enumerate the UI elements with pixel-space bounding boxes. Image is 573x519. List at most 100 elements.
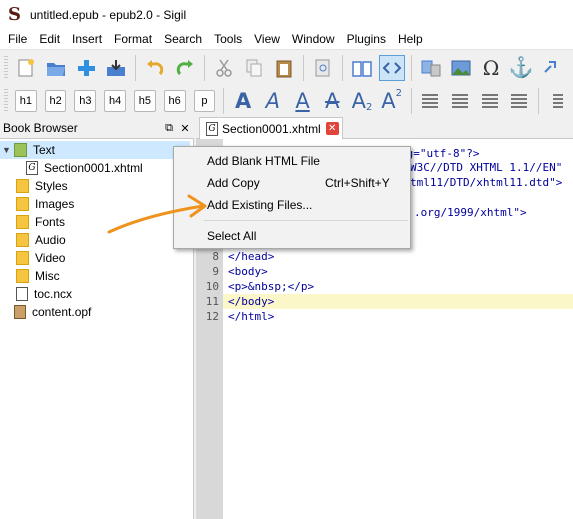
align-center-icon[interactable]: [447, 88, 473, 114]
heading-h5-button[interactable]: h5: [134, 90, 156, 112]
preview-icon[interactable]: [310, 55, 336, 81]
toolbar-separator: [223, 88, 225, 114]
tree-item-images[interactable]: Images: [16, 195, 74, 213]
strikethrough-button[interactable]: A: [319, 88, 345, 114]
close-panel-icon[interactable]: ✕: [178, 122, 192, 135]
subscript-button[interactable]: A2: [349, 88, 375, 114]
tree-item-audio[interactable]: Audio: [16, 231, 66, 249]
tab-section0001[interactable]: G Section0001.xhtml ✕: [199, 117, 343, 139]
heading-h2-button[interactable]: h2: [44, 90, 67, 112]
code-line: <p>&nbsp;</p>: [228, 280, 315, 293]
menu-edit[interactable]: Edit: [33, 30, 66, 49]
menu-file[interactable]: File: [2, 30, 33, 49]
bullet-list-icon[interactable]: [545, 88, 571, 114]
tree-item-label: Audio: [35, 233, 66, 247]
new-file-icon[interactable]: [13, 55, 39, 81]
split-icon[interactable]: [418, 55, 444, 81]
tree-item-video[interactable]: Video: [16, 249, 65, 267]
tree-item-misc[interactable]: Misc: [16, 267, 60, 285]
book-browser-title: Book Browser: [3, 121, 78, 135]
line-number: 10: [205, 280, 219, 293]
align-justify-icon[interactable]: [507, 88, 533, 114]
italic-button[interactable]: A: [260, 88, 286, 114]
code-line: <body>: [228, 265, 268, 278]
tree-item-label: Video: [35, 251, 66, 265]
folder-icon: [16, 197, 29, 211]
paragraph-button[interactable]: p: [193, 90, 216, 112]
superscript-button[interactable]: A2: [379, 88, 405, 114]
current-line-highlight: [223, 294, 573, 309]
toolbar-grip[interactable]: [4, 89, 8, 113]
code-line-partial: ng="utf-8"?>: [400, 147, 480, 160]
folder-icon: [16, 179, 29, 193]
tree-item-label: Fonts: [35, 215, 66, 229]
book-browser-header: Book Browser ⧉ ✕: [0, 119, 194, 137]
insert-link-anchor-icon[interactable]: ⚓: [508, 55, 534, 81]
book-view-icon[interactable]: [349, 55, 375, 81]
folder-icon: [16, 251, 29, 265]
align-right-icon[interactable]: [477, 88, 503, 114]
orange-arrow-annotation: [107, 194, 207, 234]
tree-item-label: Text: [33, 143, 56, 157]
line-number: 9: [212, 265, 219, 278]
float-panel-icon[interactable]: ⧉: [162, 122, 176, 135]
code-line-partial: W3C//DTD XHTML 1.1//EN": [410, 161, 563, 174]
menu-add-existing-files[interactable]: Add Existing Files...: [207, 196, 312, 214]
folder-icon: [16, 233, 29, 247]
heading-h6-button[interactable]: h6: [163, 90, 186, 112]
tree-item-label: Images: [35, 197, 75, 211]
insert-special-char-icon[interactable]: Ω: [478, 55, 504, 81]
superscript-letter: A: [381, 89, 396, 113]
xhtml-file-icon: G: [206, 121, 218, 136]
superscript-digit: 2: [395, 87, 403, 99]
menu-add-blank-html-file[interactable]: Add Blank HTML File: [207, 152, 320, 170]
heading-h3-button[interactable]: h3: [74, 90, 97, 112]
tree-item-text[interactable]: ▼ Text: [0, 141, 190, 159]
menu-view[interactable]: View: [248, 30, 286, 49]
menu-plugins[interactable]: Plugins: [341, 30, 392, 49]
add-copy-shortcut: Ctrl+Shift+Y: [325, 176, 390, 190]
paste-icon[interactable]: [271, 55, 297, 81]
sigil-logo-icon: S: [8, 4, 21, 25]
toolbar-grip[interactable]: [4, 55, 8, 80]
menu-format[interactable]: Format: [108, 30, 158, 49]
insert-link-icon[interactable]: [538, 55, 564, 81]
tree-item-styles[interactable]: Styles: [16, 177, 68, 195]
tree-item-label: Section0001.xhtml: [44, 161, 143, 175]
menu-separator: [204, 220, 408, 221]
copy-icon[interactable]: [241, 55, 267, 81]
menu-help[interactable]: Help: [392, 30, 429, 49]
add-plus-icon[interactable]: [73, 55, 99, 81]
tree-item-fonts[interactable]: Fonts: [16, 213, 65, 231]
subscript-digit: 2: [365, 101, 373, 113]
menu-insert[interactable]: Insert: [66, 30, 108, 49]
heading-h1-button[interactable]: h1: [14, 90, 37, 112]
subscript-letter: A: [351, 89, 366, 113]
xhtml-file-icon: G: [26, 161, 38, 175]
code-line-partial: .org/1999/xhtml">: [414, 206, 527, 219]
redo-icon[interactable]: [172, 55, 198, 81]
bold-button[interactable]: A: [230, 88, 256, 114]
menu-search[interactable]: Search: [158, 30, 208, 49]
line-number: 12: [205, 310, 219, 323]
heading-h4-button[interactable]: h4: [104, 90, 127, 112]
save-icon[interactable]: [103, 55, 129, 81]
tree-item-toc[interactable]: toc.ncx: [16, 285, 72, 303]
insert-image-icon[interactable]: [448, 55, 474, 81]
align-left-icon[interactable]: [418, 88, 444, 114]
menu-window[interactable]: Window: [286, 30, 341, 49]
tree-item-content-opf[interactable]: content.opf: [14, 303, 91, 321]
line-number: 11: [205, 295, 219, 308]
undo-icon[interactable]: [142, 55, 168, 81]
tree-item-label: Styles: [35, 179, 68, 193]
tab-label: Section0001.xhtml: [222, 121, 321, 136]
menu-tools[interactable]: Tools: [208, 30, 248, 49]
close-tab-icon[interactable]: ✕: [325, 122, 339, 135]
underline-button[interactable]: A: [290, 88, 316, 114]
code-view-icon[interactable]: [379, 54, 405, 81]
collapse-arrow-icon[interactable]: ▼: [2, 145, 12, 155]
open-folder-icon[interactable]: [43, 55, 69, 81]
cut-icon[interactable]: [211, 55, 237, 81]
tree-item-section0001[interactable]: G Section0001.xhtml: [26, 159, 143, 177]
code-line: </head>: [228, 250, 275, 263]
